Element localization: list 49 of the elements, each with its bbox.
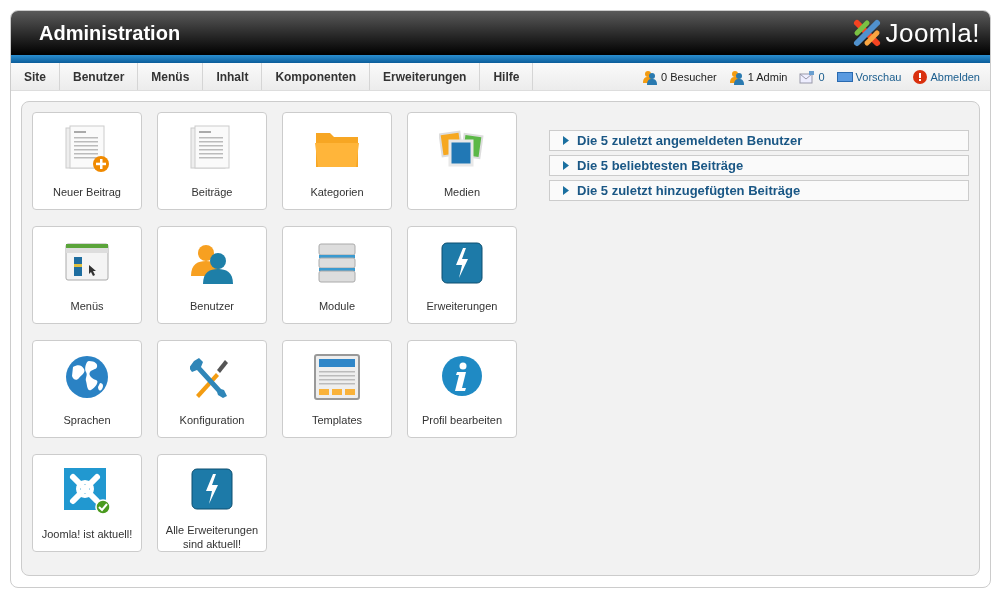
menu-item[interactable]: Menüs [138, 63, 204, 90]
browser-window-icon [65, 243, 109, 283]
shortcut-tile[interactable]: Menüs [32, 226, 142, 324]
logout-icon [913, 69, 928, 84]
users-icon [189, 242, 235, 284]
shortcut-tile[interactable]: Alle Erweiterungen sind aktuell! [157, 454, 267, 552]
shortcut-tile[interactable]: Neuer Beitrag [32, 112, 142, 210]
status-text: 1 Admin [747, 70, 788, 83]
users-icon [642, 68, 659, 85]
joomla-logo-check-icon [63, 467, 111, 515]
menu-item[interactable]: Inhalt [203, 63, 263, 90]
shortcut-tile[interactable]: Beiträge [157, 112, 267, 210]
shortcut-tile[interactable]: Benutzer [157, 226, 267, 324]
lightning-icon [191, 468, 233, 510]
link[interactable]: Abmelden [930, 70, 980, 83]
new-article-icon [64, 125, 110, 173]
info-icon [440, 355, 484, 399]
shortcut-tile[interactable]: Joomla! ist aktuell! [32, 454, 142, 552]
page-title: Administration [39, 21, 181, 45]
menu-item[interactable]: Site [11, 63, 60, 90]
collapsible-module[interactable]: Die 5 beliebtesten Beiträge [549, 155, 969, 176]
shortcut-tile[interactable]: Module [282, 226, 392, 324]
menu-item[interactable]: Erweiterungen [370, 63, 481, 90]
shortcut-tile[interactable]: Profil bearbeiten [407, 340, 517, 438]
collapsible-module[interactable]: Die 5 zuletzt hinzugefügten Beiträge [549, 180, 969, 201]
lightning-icon [441, 242, 483, 284]
link[interactable]: Vorschau [855, 70, 902, 83]
collapsed-arrow-icon [562, 136, 569, 145]
shortcut-tile[interactable]: Kategorien [282, 112, 392, 210]
menu-item[interactable]: Benutzer [60, 63, 139, 90]
logo: Joomla! [852, 17, 980, 49]
shortcut-tile[interactable]: Templates [282, 340, 392, 438]
shortcut-tile[interactable]: Medien [407, 112, 517, 210]
menu-item[interactable]: Hilfe [480, 63, 534, 90]
stack-icon [317, 242, 357, 284]
menu-item[interactable]: Komponenten [262, 63, 371, 90]
monitor-icon [836, 70, 853, 83]
template-icon [314, 354, 360, 400]
shortcut-tile[interactable]: Konfiguration [157, 340, 267, 438]
collapsed-arrow-icon [562, 186, 569, 195]
collapsible-module[interactable]: Die 5 zuletzt angemeldeten Benutzer [549, 130, 969, 151]
shortcut-tile[interactable]: Sprachen [32, 340, 142, 438]
globe-icon [65, 355, 109, 399]
status-text: 0 Besucher [661, 70, 717, 83]
shortcut-tile[interactable]: Erweiterungen [407, 226, 517, 324]
images-icon [439, 129, 485, 169]
message-icon [799, 69, 816, 84]
collapsed-arrow-icon [562, 161, 569, 170]
message-count: 0 [818, 70, 825, 83]
